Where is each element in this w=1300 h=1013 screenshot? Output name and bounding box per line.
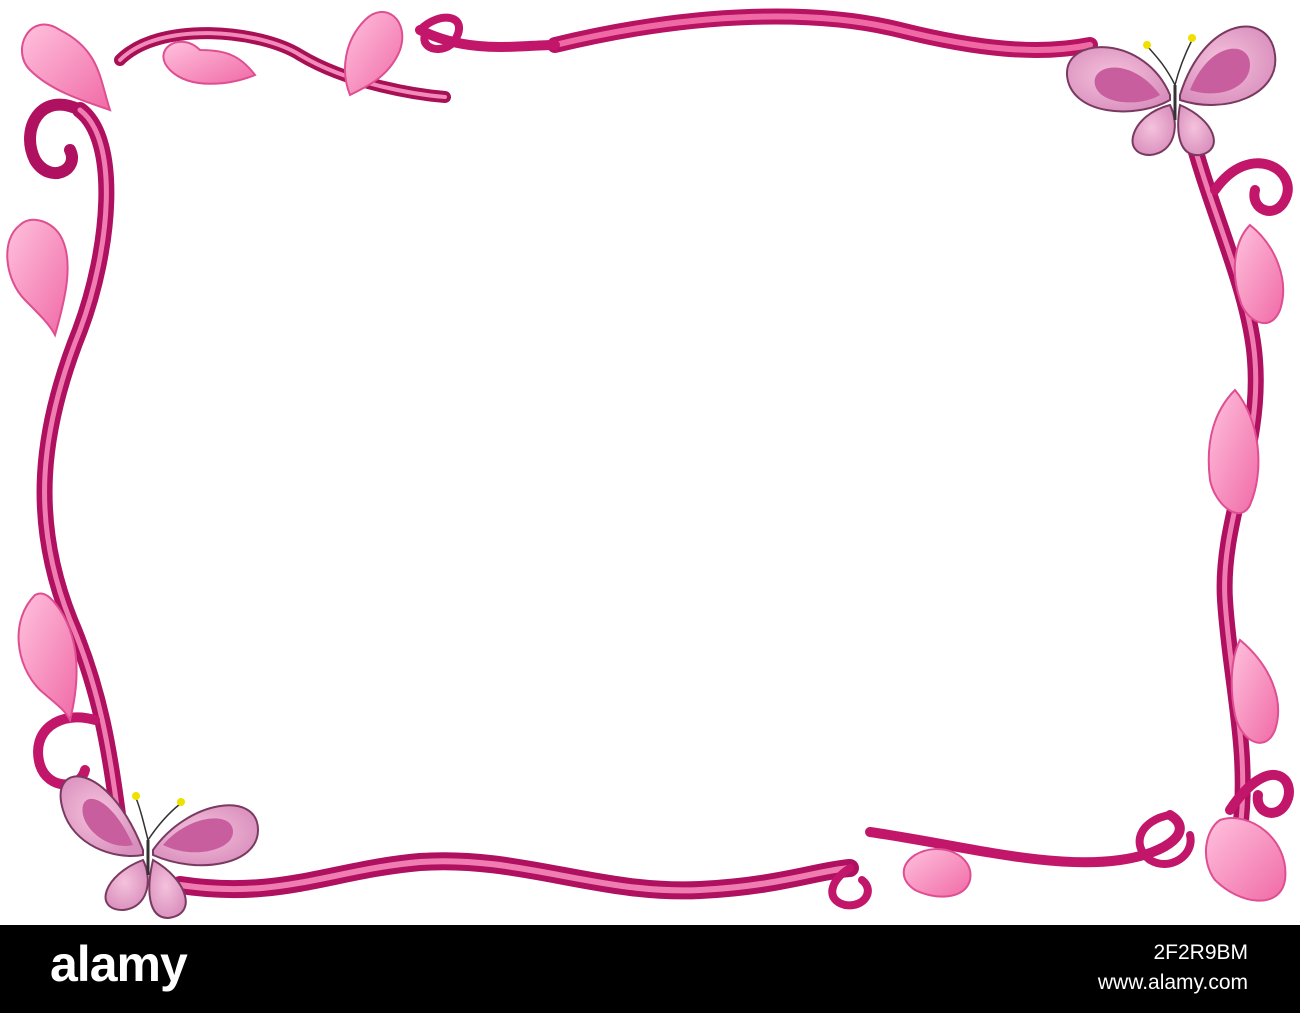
heart-icon (344, 10, 404, 97)
stock-image-canvas: alamy 2F2R9BM www.alamy.com (0, 0, 1300, 1013)
image-id-label: 2F2R9BM (1153, 941, 1248, 964)
decorative-frame-illustration (6, 8, 1294, 920)
heart-icon (1230, 638, 1280, 744)
alamy-logo: alamy (50, 936, 188, 992)
left-border-swirl (24, 98, 128, 838)
watermark-footer-bar: alamy 2F2R9BM www.alamy.com (0, 925, 1300, 1013)
top-border-swirl (114, 8, 1098, 103)
heart-icon (162, 40, 257, 85)
heart-icon (6, 218, 69, 338)
heart-icon (20, 23, 112, 112)
heart-icon (1204, 817, 1287, 902)
site-url-label: www.alamy.com (1097, 971, 1248, 994)
heart-icon (902, 848, 972, 898)
bottom-border-swirl (171, 810, 1195, 910)
heart-ornaments (6, 10, 1287, 902)
butterfly-top-right-icon (1065, 25, 1277, 157)
